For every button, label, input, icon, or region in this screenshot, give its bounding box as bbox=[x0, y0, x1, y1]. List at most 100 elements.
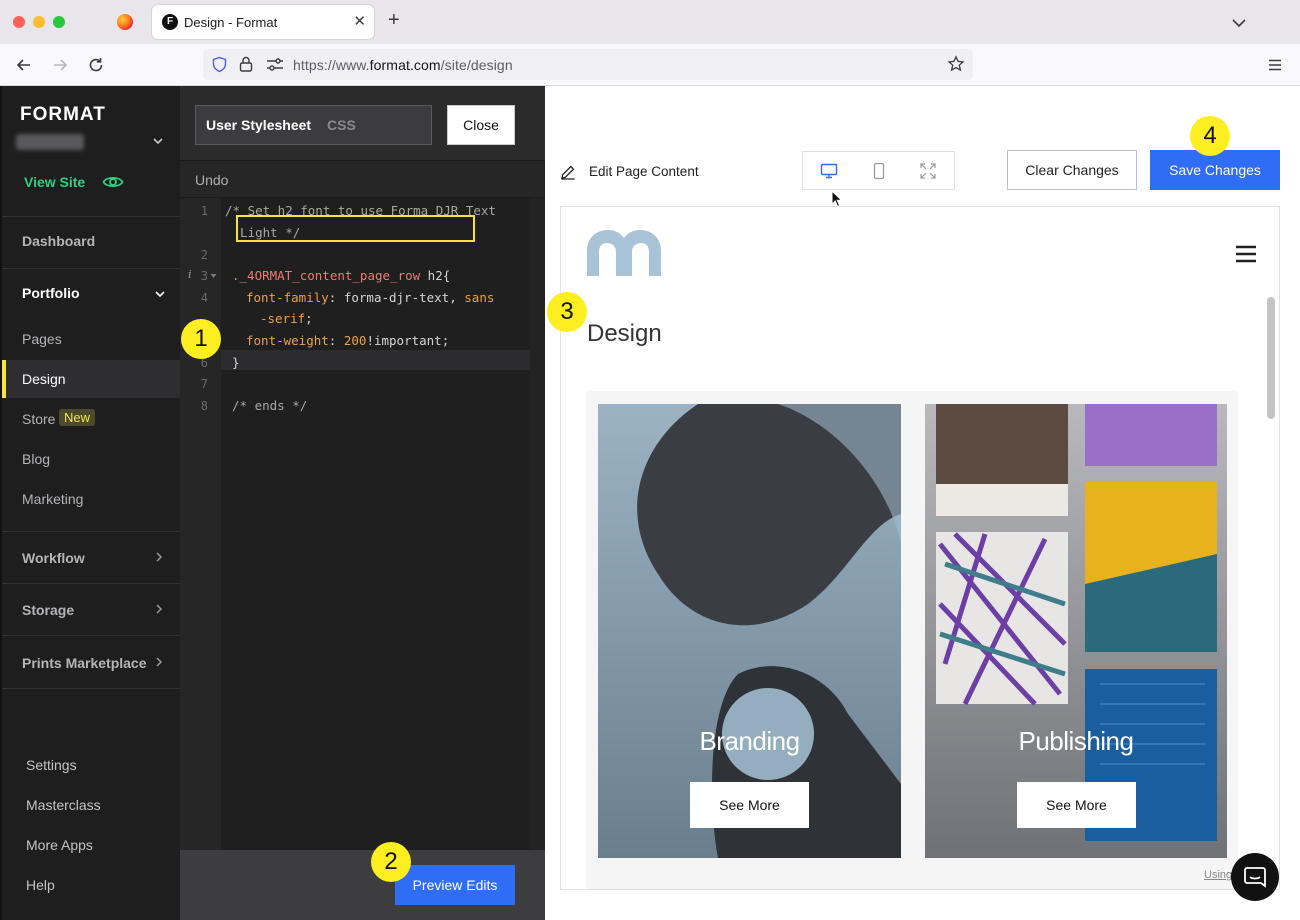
mobile-icon[interactable] bbox=[873, 162, 885, 180]
code-editor[interactable]: 1 2 3 4 5 6 7 8 i /* Set h2 font to use … bbox=[180, 198, 530, 850]
url-text[interactable]: https://www.format.com/site/design bbox=[293, 57, 513, 73]
hamburger-menu-icon[interactable] bbox=[1235, 245, 1257, 263]
see-more-button[interactable]: See More bbox=[690, 782, 809, 828]
sidebar-item-marketing[interactable]: Marketing bbox=[22, 491, 83, 507]
code-line: font-family: forma-djr-text, sans bbox=[246, 290, 495, 305]
stylesheet-selector[interactable]: User Stylesheet CSS bbox=[195, 105, 432, 145]
fullscreen-icon[interactable] bbox=[920, 163, 936, 179]
new-tab-plus-icon[interactable]: + bbox=[388, 10, 400, 30]
pencil-icon[interactable] bbox=[560, 164, 576, 180]
active-indicator bbox=[2, 360, 6, 398]
sidebar-item-pages[interactable]: Pages bbox=[22, 331, 62, 347]
bookmark-star-icon[interactable] bbox=[947, 55, 965, 73]
divider bbox=[2, 583, 180, 584]
browser-nav-bar: https://www.format.com/site/design bbox=[0, 44, 1300, 86]
view-site-link[interactable]: View Site bbox=[24, 174, 85, 190]
browser-tab[interactable]: F Design - Format ✕ bbox=[152, 5, 374, 39]
line-gutter: 1 2 3 4 5 6 7 8 i bbox=[180, 198, 221, 850]
edit-page-content-link[interactable]: Edit Page Content bbox=[589, 164, 699, 179]
sidebar-item-blog[interactable]: Blog bbox=[22, 451, 50, 467]
chevron-right-icon[interactable] bbox=[154, 603, 164, 615]
divider bbox=[2, 688, 180, 689]
callout-2: 2 bbox=[371, 842, 411, 882]
line-number: 3 bbox=[200, 269, 208, 283]
site-logo[interactable] bbox=[585, 227, 663, 277]
chevron-down-icon[interactable] bbox=[154, 289, 166, 299]
undo-button[interactable]: Undo bbox=[195, 172, 228, 188]
stylesheet-label: User Stylesheet bbox=[206, 117, 312, 133]
undo-toolbar: Undo bbox=[180, 160, 545, 198]
code-line: font-weight: 200!important; bbox=[246, 333, 450, 348]
divider bbox=[2, 531, 180, 532]
code-line: } bbox=[232, 355, 240, 370]
shield-icon[interactable] bbox=[211, 56, 228, 73]
close-icon[interactable]: ✕ bbox=[353, 12, 366, 30]
address-bar[interactable]: https://www.format.com/site/design bbox=[203, 49, 973, 80]
chat-icon bbox=[1244, 867, 1266, 888]
scrollbar-thumb[interactable] bbox=[1267, 297, 1275, 419]
desktop-icon[interactable] bbox=[820, 163, 838, 179]
sidebar-item-store[interactable]: Store bbox=[22, 411, 55, 427]
line-number: 4 bbox=[200, 291, 208, 305]
sidebar-item-portfolio[interactable]: Portfolio bbox=[22, 285, 80, 301]
sidebar-item-dashboard[interactable]: Dashboard bbox=[22, 233, 95, 249]
site-name-blurred[interactable] bbox=[16, 134, 84, 150]
format-logo[interactable]: FORMAT bbox=[20, 104, 106, 126]
eye-icon[interactable] bbox=[102, 174, 124, 190]
line-number: 2 bbox=[200, 248, 208, 262]
save-changes-button[interactable]: Save Changes bbox=[1150, 150, 1280, 190]
chevron-right-icon[interactable] bbox=[154, 551, 164, 563]
see-more-button[interactable]: See More bbox=[1017, 782, 1136, 828]
chevron-down-icon[interactable] bbox=[152, 136, 164, 146]
site-permissions-icon[interactable] bbox=[266, 57, 284, 72]
chevron-right-icon[interactable] bbox=[154, 656, 164, 668]
highlight-annotation-box bbox=[236, 215, 475, 242]
line-number: 7 bbox=[200, 377, 208, 391]
info-icon[interactable]: i bbox=[188, 268, 192, 281]
sidebar-item-more-apps[interactable]: More Apps bbox=[26, 837, 93, 853]
back-arrow-icon[interactable] bbox=[14, 55, 34, 75]
chat-support-button[interactable] bbox=[1231, 853, 1279, 901]
fold-caret-icon[interactable] bbox=[210, 273, 217, 279]
code-line: ._4ORMAT_content_page_row h2{ bbox=[232, 268, 451, 283]
preview-edits-button[interactable]: Preview Edits bbox=[395, 865, 515, 905]
mouse-cursor-icon bbox=[831, 190, 843, 208]
sidebar-item-masterclass[interactable]: Masterclass bbox=[26, 797, 101, 813]
sidebar-item-storage[interactable]: Storage bbox=[22, 602, 74, 618]
maximize-window-button[interactable] bbox=[53, 16, 65, 28]
admin-sidebar: FORMAT View Site Dashboard Portfolio Pag… bbox=[0, 86, 180, 920]
minimize-window-button[interactable] bbox=[33, 16, 45, 28]
close-window-button[interactable] bbox=[13, 16, 25, 28]
firefox-icon[interactable] bbox=[117, 14, 133, 30]
stylesheet-type: CSS bbox=[327, 117, 356, 133]
lock-icon[interactable] bbox=[238, 55, 254, 73]
using-link[interactable]: Using bbox=[1204, 869, 1232, 881]
forward-arrow-icon[interactable] bbox=[50, 55, 70, 75]
card-title: Branding bbox=[699, 726, 800, 756]
close-button[interactable]: Close bbox=[447, 105, 515, 145]
reload-icon[interactable] bbox=[86, 55, 106, 75]
callout-3: 3 bbox=[547, 292, 587, 332]
sidebar-item-workflow[interactable]: Workflow bbox=[22, 550, 85, 566]
gallery-card-publishing[interactable]: Publishing See More bbox=[925, 404, 1227, 858]
hamburger-menu-icon[interactable] bbox=[1268, 58, 1282, 72]
browser-tab-bar: F Design - Format ✕ + bbox=[0, 0, 1300, 44]
sidebar-item-prints-marketplace[interactable]: Prints Marketplace bbox=[22, 655, 147, 671]
site-preview-panel: Edit Page Content Clear Changes Save Cha… bbox=[545, 86, 1300, 920]
device-toggle bbox=[802, 151, 955, 190]
sidebar-item-settings[interactable]: Settings bbox=[26, 757, 77, 773]
gallery-card-branding[interactable]: Branding See More bbox=[598, 404, 901, 858]
line-number: 8 bbox=[200, 399, 208, 413]
format-favicon-icon: F bbox=[162, 14, 178, 30]
page-title: Design bbox=[587, 320, 662, 347]
editor-scrollbar[interactable] bbox=[530, 198, 545, 850]
editor-footer: Preview Edits bbox=[180, 850, 545, 920]
chevron-down-icon[interactable] bbox=[1230, 14, 1248, 32]
preview-scrollbar[interactable] bbox=[1265, 297, 1277, 889]
sidebar-item-help[interactable]: Help bbox=[26, 877, 55, 893]
sidebar-item-design[interactable]: Design bbox=[22, 371, 66, 387]
clear-changes-button[interactable]: Clear Changes bbox=[1007, 150, 1137, 190]
new-badge: New bbox=[59, 409, 96, 426]
callout-4: 4 bbox=[1190, 116, 1230, 156]
line-number: 1 bbox=[200, 204, 208, 218]
